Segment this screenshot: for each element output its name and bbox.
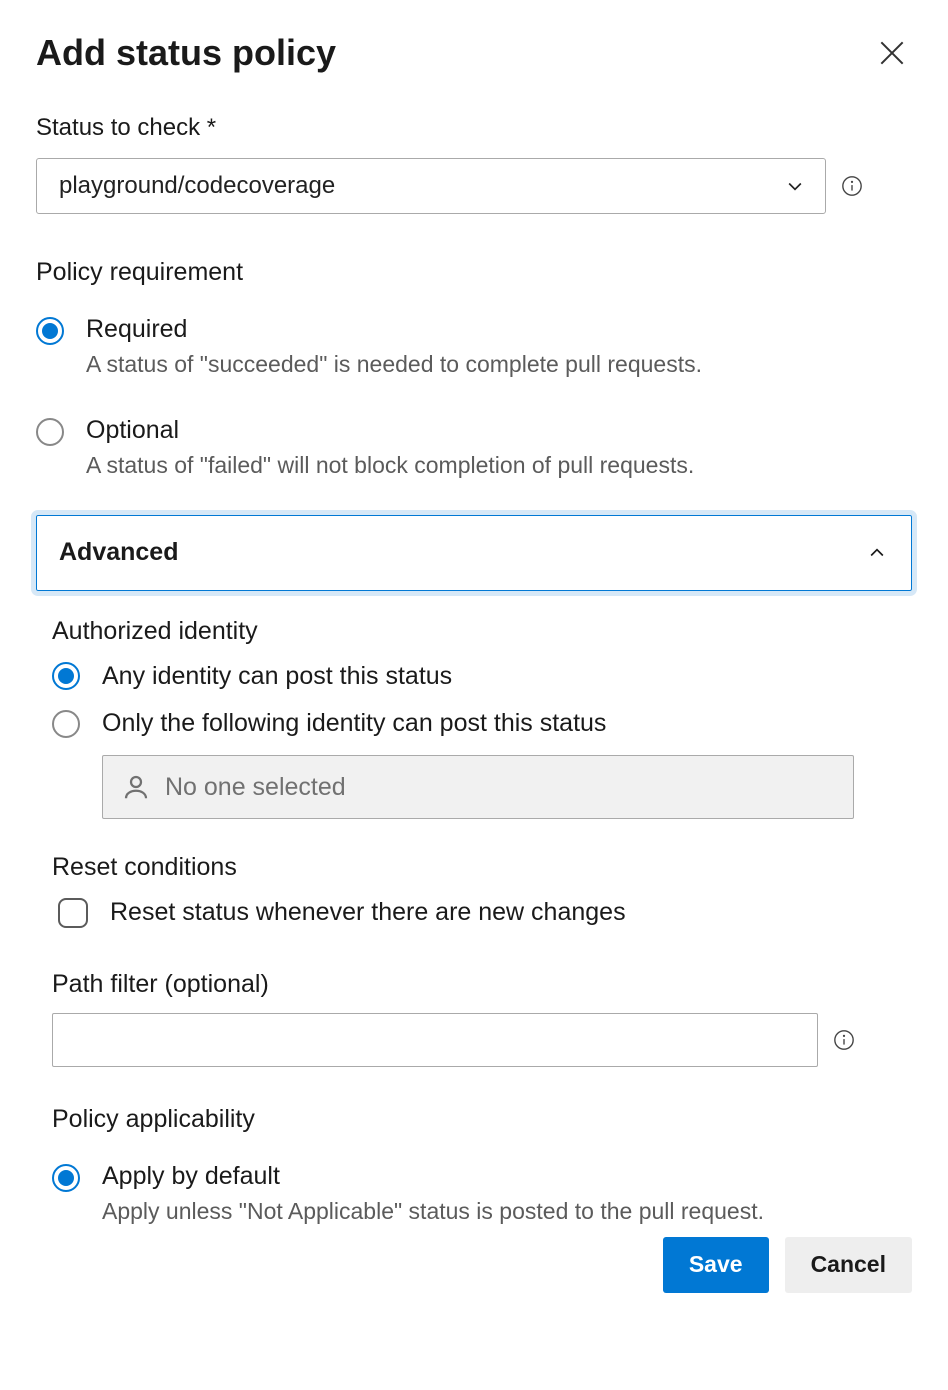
radio-input[interactable] — [36, 418, 64, 446]
radio-desc: A status of "failed" will not block comp… — [86, 452, 912, 479]
save-button[interactable]: Save — [663, 1237, 769, 1293]
advanced-expander[interactable]: Advanced — [36, 515, 912, 591]
radio-label: Required — [86, 313, 912, 347]
status-to-check-label: Status to check * — [36, 114, 912, 142]
radio-optional[interactable]: Optional A status of "failed" will not b… — [36, 414, 912, 479]
radio-input[interactable] — [52, 662, 80, 690]
radio-input[interactable] — [52, 1164, 80, 1192]
close-button[interactable] — [872, 33, 912, 73]
person-icon — [121, 772, 151, 802]
status-to-check-select[interactable]: playground/codecoverage — [36, 158, 826, 214]
radio-required[interactable]: Required A status of "succeeded" is need… — [36, 313, 912, 378]
dialog-title: Add status policy — [36, 32, 336, 74]
identity-picker-placeholder: No one selected — [165, 773, 346, 802]
close-icon — [876, 37, 908, 69]
status-to-check-value: playground/codecoverage — [59, 172, 335, 200]
chevron-up-icon — [865, 541, 889, 565]
policy-applicability-heading: Policy applicability — [52, 1105, 896, 1134]
identity-picker[interactable]: No one selected — [102, 755, 854, 819]
radio-input[interactable] — [52, 710, 80, 738]
radio-only-identity[interactable]: Only the following identity can post thi… — [52, 707, 896, 741]
reset-status-checkbox[interactable] — [58, 898, 88, 928]
radio-input[interactable] — [36, 317, 64, 345]
cancel-button[interactable]: Cancel — [785, 1237, 912, 1293]
radio-any-identity[interactable]: Any identity can post this status — [52, 660, 896, 694]
radio-apply-default[interactable]: Apply by default Apply unless "Not Appli… — [52, 1160, 896, 1225]
advanced-label: Advanced — [59, 538, 178, 567]
radio-label: Any identity can post this status — [102, 660, 452, 694]
path-filter-label: Path filter (optional) — [52, 970, 896, 999]
info-icon[interactable] — [840, 174, 864, 198]
authorized-identity-heading: Authorized identity — [52, 617, 896, 646]
chevron-down-icon — [783, 174, 807, 198]
info-icon[interactable] — [832, 1028, 856, 1052]
policy-requirement-heading: Policy requirement — [36, 258, 912, 287]
reset-status-label: Reset status whenever there are new chan… — [110, 896, 626, 930]
radio-desc: Apply unless "Not Applicable" status is … — [102, 1198, 896, 1225]
radio-label: Only the following identity can post thi… — [102, 707, 606, 741]
reset-conditions-heading: Reset conditions — [52, 853, 896, 882]
radio-desc: A status of "succeeded" is needed to com… — [86, 351, 912, 378]
reset-status-checkbox-row[interactable]: Reset status whenever there are new chan… — [58, 896, 896, 930]
path-filter-input[interactable] — [52, 1013, 818, 1067]
radio-label: Optional — [86, 414, 912, 448]
radio-label: Apply by default — [102, 1160, 896, 1194]
